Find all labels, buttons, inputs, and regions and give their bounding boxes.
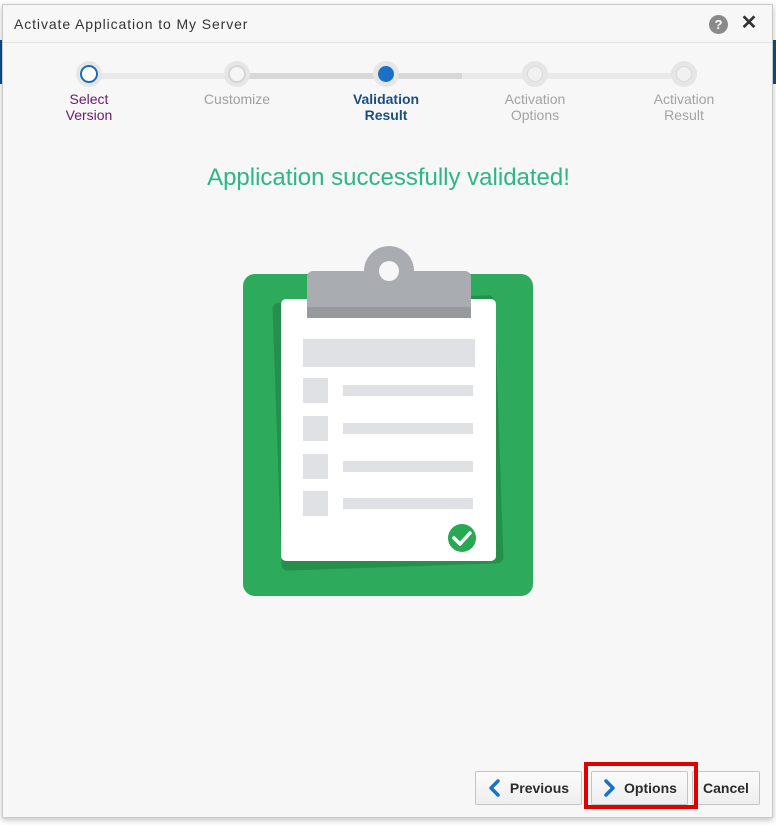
dialog-titlebar: Activate Application to My Server ? ✕ xyxy=(3,5,772,43)
train-step-dot xyxy=(671,61,697,87)
train-step-dot xyxy=(522,61,548,87)
wizard-train: Select Version Customize Validation Resu… xyxy=(3,43,774,133)
train-step-label: Customize xyxy=(203,91,271,107)
train-step-customize[interactable]: Customize xyxy=(177,61,297,107)
train-step-label: Select Version xyxy=(65,91,113,123)
cancel-button-label: Cancel xyxy=(703,780,749,796)
train-step-select-version[interactable]: Select Version xyxy=(29,61,149,123)
validation-success-message: Application successfully validated! xyxy=(207,164,570,191)
train-step-dot xyxy=(224,61,250,87)
train-step-label: Activation Options xyxy=(504,91,566,123)
train-step-dot xyxy=(76,61,102,87)
close-icon[interactable]: ✕ xyxy=(739,12,759,34)
activate-application-dialog: Activate Application to My Server ? ✕ Se… xyxy=(2,4,773,818)
dialog-title: Activate Application to My Server xyxy=(14,16,249,32)
train-step-dot xyxy=(373,61,399,87)
train-step-label: Validation Result xyxy=(352,91,420,123)
help-icon[interactable]: ? xyxy=(709,15,728,34)
train-step-activation-result: Activation Result xyxy=(624,61,744,123)
previous-button[interactable]: Previous xyxy=(475,771,582,805)
train-step-activation-options: Activation Options xyxy=(475,61,595,123)
cancel-button[interactable]: Cancel xyxy=(692,771,760,805)
train-step-label: Activation Result xyxy=(653,91,715,123)
chevron-left-icon xyxy=(489,779,500,797)
previous-button-label: Previous xyxy=(509,780,570,796)
train-step-validation-result: Validation Result xyxy=(326,61,446,123)
clipboard-checklist-icon xyxy=(243,246,533,596)
highlight-box xyxy=(584,762,698,809)
